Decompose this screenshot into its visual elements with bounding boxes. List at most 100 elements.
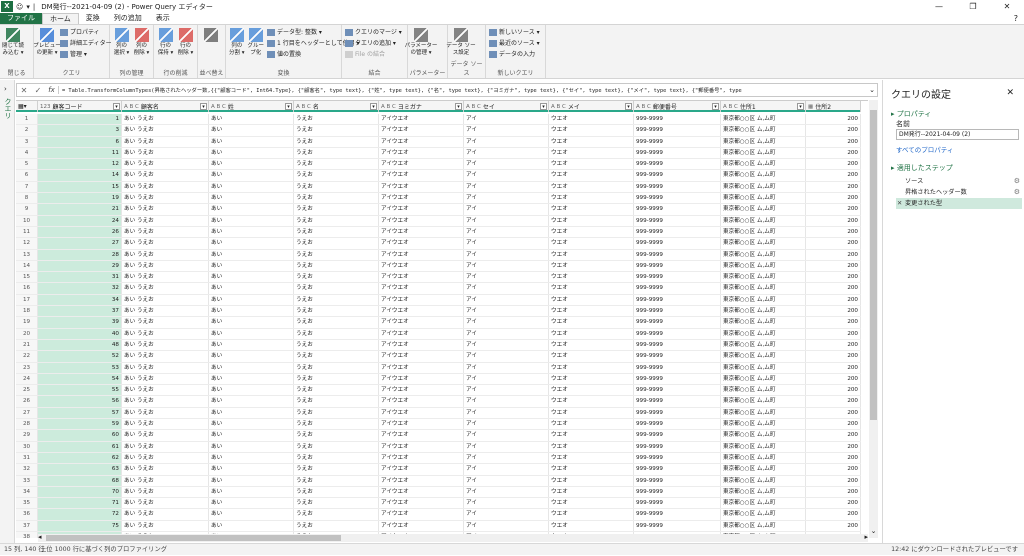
cell-mei[interactable]: うえお (294, 498, 379, 509)
cell-mei_k[interactable]: ウエオ (549, 362, 634, 373)
cell-sei[interactable]: あい (209, 249, 294, 260)
cell-customer-code[interactable]: 70 (38, 486, 122, 498)
column-filter-icon[interactable]: ▾ (285, 103, 292, 110)
cell-mei_k[interactable]: ウエオ (549, 328, 634, 339)
cell-name[interactable]: あい うえお (122, 204, 209, 215)
cell-zip[interactable]: 999-9999 (634, 170, 721, 181)
tab-1[interactable]: ホーム (42, 13, 79, 24)
column-type-icon[interactable]: 123 (40, 104, 51, 110)
cell-addr2[interactable]: 200 (806, 159, 861, 170)
cell-customer-code[interactable]: 71 (38, 498, 122, 509)
cell-sei_k[interactable]: アイ (464, 170, 549, 181)
table-row[interactable]: 32 63 あい うえお あい うえお アイウエオ アイ ウエオ 999-9999 東京都○○区 … (16, 464, 861, 476)
cell-addr[interactable]: 東京都○○区 ム,ム町 (721, 430, 806, 441)
cell-name[interactable]: あい うえお (122, 486, 209, 498)
cell-sei_k[interactable]: アイ (464, 475, 549, 486)
table-row[interactable]: 26 56 あい うえお あい うえお アイウエオ アイ ウエオ 999-9999 東京都○○区 … (16, 396, 861, 408)
cancel-icon[interactable]: ✕ (17, 86, 31, 95)
row-number[interactable]: 5 (16, 159, 38, 170)
cell-customer-code[interactable]: 14 (38, 170, 122, 181)
cell-addr2[interactable]: 200 (806, 283, 861, 294)
cell-customer-code[interactable]: 11 (38, 147, 122, 159)
cell-sei_k[interactable]: アイ (464, 226, 549, 238)
row-number[interactable]: 17 (16, 294, 38, 306)
cell-customer-code[interactable]: 28 (38, 249, 122, 260)
cell-sei_k[interactable]: アイ (464, 351, 549, 362)
cell-name[interactable]: あい うえお (122, 328, 209, 339)
cell-addr[interactable]: 東京都○○区 ム,ム町 (721, 486, 806, 498)
cell-mei[interactable]: うえお (294, 396, 379, 407)
cell-mei[interactable]: うえお (294, 373, 379, 385)
dropdown-icon[interactable]: ▾ (26, 3, 30, 11)
cell-mei_k[interactable]: ウエオ (549, 339, 634, 351)
cell-sei[interactable]: あい (209, 114, 294, 125)
cell-sei[interactable]: あい (209, 215, 294, 226)
cell-mei_k[interactable]: ウエオ (549, 306, 634, 317)
cell-zip[interactable]: 999-9999 (634, 407, 721, 419)
cell-zip[interactable]: 999-9999 (634, 452, 721, 464)
cell-addr2[interactable]: 200 (806, 452, 861, 464)
cell-yomi[interactable]: アイウエオ (379, 249, 464, 260)
cell-customer-code[interactable]: 72 (38, 509, 122, 520)
cell-addr2[interactable]: 200 (806, 441, 861, 452)
cell-name[interactable]: あい うえお (122, 351, 209, 362)
cell-yomi[interactable]: アイウエオ (379, 215, 464, 226)
ribbon-small-button-1-0[interactable]: プロパティ (60, 28, 112, 37)
column-type-icon[interactable]: A B C (296, 104, 311, 110)
cell-mei[interactable]: うえお (294, 520, 379, 531)
cell-mei[interactable]: うえお (294, 204, 379, 215)
tab-2[interactable]: 変換 (79, 13, 107, 24)
cell-mei_k[interactable]: ウエオ (549, 238, 634, 249)
cell-yomi[interactable]: アイウエオ (379, 306, 464, 317)
cell-sei_k[interactable]: アイ (464, 464, 549, 475)
tab-3[interactable]: 列の追加 (107, 13, 149, 24)
cell-addr[interactable]: 東京都○○区 ム,ム町 (721, 328, 806, 339)
row-number[interactable]: 33 (16, 475, 38, 486)
row-number[interactable]: 18 (16, 306, 38, 317)
cell-yomi[interactable]: アイウエオ (379, 498, 464, 509)
cell-customer-code[interactable]: 32 (38, 283, 122, 294)
cell-addr[interactable]: 東京都○○区 ム,ム町 (721, 475, 806, 486)
queries-pane-collapsed[interactable]: › クエリ (0, 80, 15, 543)
cell-customer-code[interactable]: 21 (38, 204, 122, 215)
cell-addr2[interactable]: 200 (806, 249, 861, 260)
cell-sei[interactable]: あい (209, 452, 294, 464)
cell-sei[interactable]: あい (209, 475, 294, 486)
row-number[interactable]: 7 (16, 181, 38, 193)
cell-yomi[interactable]: アイウエオ (379, 226, 464, 238)
cell-sei_k[interactable]: アイ (464, 441, 549, 452)
cell-mei[interactable]: うえお (294, 475, 379, 486)
table-row[interactable]: 4 11 あい うえお あい うえお アイウエオ アイ ウエオ 999-9999 東京都○○区 ム… (16, 147, 861, 160)
row-number[interactable]: 3 (16, 136, 38, 147)
cell-sei[interactable]: あい (209, 509, 294, 520)
row-number[interactable]: 9 (16, 204, 38, 215)
cell-yomi[interactable]: アイウエオ (379, 170, 464, 181)
cell-sei_k[interactable]: アイ (464, 486, 549, 498)
cell-name[interactable]: あい うえお (122, 452, 209, 464)
row-number[interactable]: 16 (16, 283, 38, 294)
cell-customer-code[interactable]: 63 (38, 464, 122, 475)
cell-addr2[interactable]: 200 (806, 306, 861, 317)
cell-name[interactable]: あい うえお (122, 317, 209, 328)
cell-yomi[interactable]: アイウエオ (379, 509, 464, 520)
cell-yomi[interactable]: アイウエオ (379, 419, 464, 430)
table-row[interactable]: 20 40 あい うえお あい うえお アイウエオ アイ ウエオ 999-9999 東京都○○区 … (16, 328, 861, 340)
cell-zip[interactable]: 999-9999 (634, 125, 721, 136)
cell-zip[interactable]: 999-9999 (634, 215, 721, 226)
row-number[interactable]: 14 (16, 260, 38, 272)
cell-mei_k[interactable]: ウエオ (549, 351, 634, 362)
table-row[interactable]: 11 26 あい うえお あい うえお アイウエオ アイ ウエオ 999-9999 東京都○○区 … (16, 226, 861, 239)
cell-zip[interactable]: 999-9999 (634, 181, 721, 193)
table-row[interactable]: 18 37 あい うえお あい うえお アイウエオ アイ ウエオ 999-9999 東京都○○区 … (16, 306, 861, 318)
row-number[interactable]: 4 (16, 147, 38, 159)
cell-zip[interactable]: 999-9999 (634, 283, 721, 294)
cell-zip[interactable]: 999-9999 (634, 159, 721, 170)
cell-zip[interactable]: 999-9999 (634, 317, 721, 328)
column-type-icon[interactable]: A B C (636, 104, 651, 110)
cell-mei_k[interactable]: ウエオ (549, 193, 634, 204)
cell-customer-code[interactable]: 56 (38, 396, 122, 407)
cell-name[interactable]: あい うえお (122, 125, 209, 136)
table-row[interactable]: 33 68 あい うえお あい うえお アイウエオ アイ ウエオ 999-9999 東京都○○区 … (16, 475, 861, 487)
cell-name[interactable]: あい うえお (122, 362, 209, 373)
cell-sei[interactable]: あい (209, 306, 294, 317)
